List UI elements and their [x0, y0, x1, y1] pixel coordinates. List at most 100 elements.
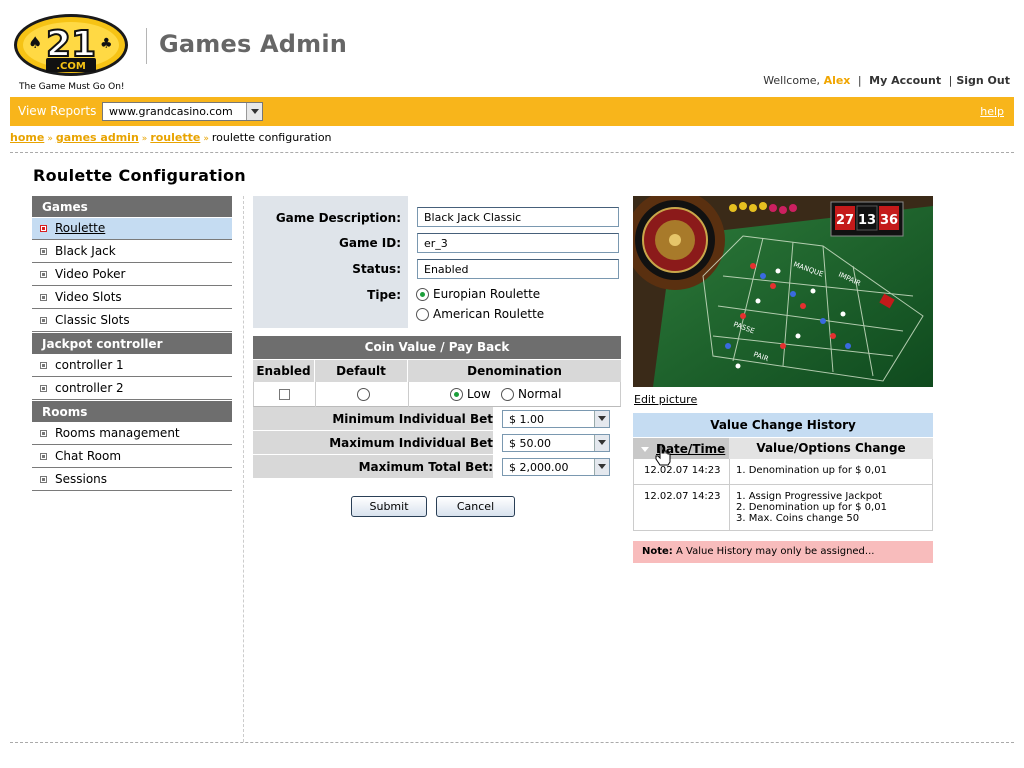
- col-denomination: Denomination: [467, 364, 562, 378]
- tagline: The Game Must Go On!: [19, 82, 125, 92]
- svg-text:♣: ♣: [100, 36, 113, 52]
- max-bet-label: Maximum Individual Bet: [329, 436, 493, 450]
- sidebar-item-controller-1[interactable]: controller 1: [32, 355, 232, 377]
- game-description-field[interactable]: Black Jack Classic: [417, 207, 619, 227]
- sidebar-item-video-slots[interactable]: Video Slots: [32, 287, 232, 309]
- note-label: Note:: [642, 546, 673, 557]
- status-field[interactable]: Enabled: [417, 259, 619, 279]
- welcome-text: Wellcome,: [763, 74, 821, 87]
- game-description-label: Game Description:: [275, 211, 401, 225]
- min-bet-row: Minimum Individual Bet $ 1.00: [253, 407, 621, 431]
- max-total-bet-row: Maximum Total Bet: $ 2,000.00: [253, 455, 621, 479]
- site-select[interactable]: www.grandcasino.com: [102, 102, 263, 121]
- denomination-normal-label: Normal: [518, 387, 562, 401]
- default-radio[interactable]: [357, 388, 370, 401]
- bullet-icon: [40, 317, 47, 324]
- top-bar: View Reports www.grandcasino.com help: [10, 97, 1014, 126]
- min-bet-label: Minimum Individual Bet: [332, 412, 493, 426]
- breadcrumb-home[interactable]: home: [10, 131, 44, 144]
- history-row: 12.02.07 14:23 1. Denomination up for $ …: [633, 459, 933, 485]
- bullet-icon: [40, 248, 47, 255]
- header-divider: [10, 152, 1014, 153]
- chevron-down-icon[interactable]: [246, 103, 262, 120]
- europian-roulette-label: Europian Roulette: [433, 287, 541, 301]
- bullet-icon: [40, 476, 47, 483]
- coin-value-title: Coin Value / Pay Back: [253, 336, 621, 359]
- edit-picture-link[interactable]: Edit picture: [634, 393, 697, 406]
- user-links: Wellcome, Alex | My Account | Sign Out: [763, 74, 1010, 87]
- max-bet-select[interactable]: $ 50.00: [502, 434, 610, 452]
- svg-text:♠: ♠: [28, 33, 42, 52]
- sidebar-item-controller-2[interactable]: controller 2: [32, 378, 232, 400]
- coin-columns: Enabled Default Denomination: [253, 359, 621, 383]
- radio-denomination-low[interactable]: [450, 388, 463, 401]
- sidebar: Games Roulette Black Jack Video Poker Vi…: [32, 196, 232, 491]
- history-row: 12.02.07 14:23 1. Assign Progressive Jac…: [633, 485, 933, 531]
- hand-cursor-icon: [655, 444, 671, 466]
- breadcrumb: home» games admin» roulette» roulette confi…: [10, 131, 332, 144]
- sidebar-item-roulette[interactable]: Roulette: [32, 218, 232, 240]
- footer-divider: [10, 742, 1014, 743]
- sidebar-item-rooms-management[interactable]: Rooms management: [32, 423, 232, 445]
- bullet-icon: [40, 430, 47, 437]
- view-reports-label: View Reports: [18, 104, 97, 118]
- max-total-bet-label: Maximum Total Bet:: [358, 460, 493, 474]
- bullet-icon: [40, 385, 47, 392]
- sort-arrow-icon[interactable]: [641, 447, 649, 452]
- sign-out-link[interactable]: Sign Out: [956, 74, 1010, 87]
- bullet-icon: [40, 294, 47, 301]
- site-select-value: www.grandcasino.com: [109, 105, 233, 118]
- radio-american-roulette[interactable]: [416, 308, 429, 321]
- my-account-link[interactable]: My Account: [869, 74, 941, 87]
- enabled-checkbox[interactable]: [279, 389, 290, 400]
- bullet-icon: [40, 453, 47, 460]
- game-id-field[interactable]: er_3: [417, 233, 619, 253]
- chevron-down-icon[interactable]: [594, 411, 609, 427]
- chevron-down-icon[interactable]: [594, 459, 609, 475]
- col-date-time[interactable]: Date/Time: [633, 438, 729, 460]
- sidebar-item-chat-room[interactable]: Chat Room: [32, 446, 232, 468]
- note-banner: Note: A Value History may only be assign…: [633, 541, 933, 563]
- type-label: Tipe:: [367, 288, 401, 302]
- bullet-icon: [40, 225, 47, 232]
- col-value-options: Value/Options Change: [756, 441, 906, 455]
- svg-text:13: 13: [858, 213, 876, 228]
- title-separator: [146, 28, 147, 64]
- radio-europian-roulette[interactable]: [416, 288, 429, 301]
- roulette-picture: 27 13 36 MANQUE IMPAIR PASSE PAIR: [633, 196, 933, 387]
- game-id-label: Game ID:: [339, 236, 401, 250]
- help-link[interactable]: help: [980, 105, 1004, 118]
- logo: ♠ ♣ 21 .COM: [14, 14, 128, 76]
- bullet-icon: [40, 271, 47, 278]
- sidebar-item-sessions[interactable]: Sessions: [32, 469, 232, 491]
- sidebar-header-jackpot: Jackpot controller: [32, 333, 232, 355]
- breadcrumb-games-admin[interactable]: games admin: [56, 131, 139, 144]
- history-title: Value Change History: [633, 413, 933, 437]
- bullet-icon: [40, 362, 47, 369]
- page-title: Roulette Configuration: [33, 166, 246, 185]
- col-default: Default: [315, 360, 408, 383]
- sidebar-item-classic-slots[interactable]: Classic Slots: [32, 310, 232, 332]
- column-divider: [243, 196, 244, 742]
- sidebar-item-black-jack[interactable]: Black Jack: [32, 241, 232, 263]
- svg-text:.COM: .COM: [56, 61, 86, 72]
- note-text: A Value History may only be assigned...: [676, 546, 875, 557]
- submit-button[interactable]: Submit: [351, 496, 427, 517]
- radio-denomination-normal[interactable]: [501, 388, 514, 401]
- col-enabled: Enabled: [253, 360, 315, 383]
- sidebar-header-rooms: Rooms: [32, 401, 232, 423]
- max-total-bet-select[interactable]: $ 2,000.00: [502, 458, 610, 476]
- sidebar-header-games: Games: [32, 196, 232, 218]
- user-name: Alex: [823, 74, 851, 87]
- chevron-down-icon[interactable]: [594, 435, 609, 451]
- breadcrumb-roulette[interactable]: roulette: [150, 131, 200, 144]
- cancel-button[interactable]: Cancel: [436, 496, 515, 517]
- sidebar-item-video-poker[interactable]: Video Poker: [32, 264, 232, 286]
- max-bet-row: Maximum Individual Bet $ 50.00: [253, 431, 621, 455]
- svg-text:27: 27: [836, 213, 854, 228]
- breadcrumb-current: roulette configuration: [211, 131, 332, 144]
- denomination-low-label: Low: [467, 387, 491, 401]
- coin-value-table: Coin Value / Pay Back Enabled Default De…: [253, 336, 621, 479]
- status-label: Status:: [352, 262, 401, 276]
- min-bet-select[interactable]: $ 1.00: [502, 410, 610, 428]
